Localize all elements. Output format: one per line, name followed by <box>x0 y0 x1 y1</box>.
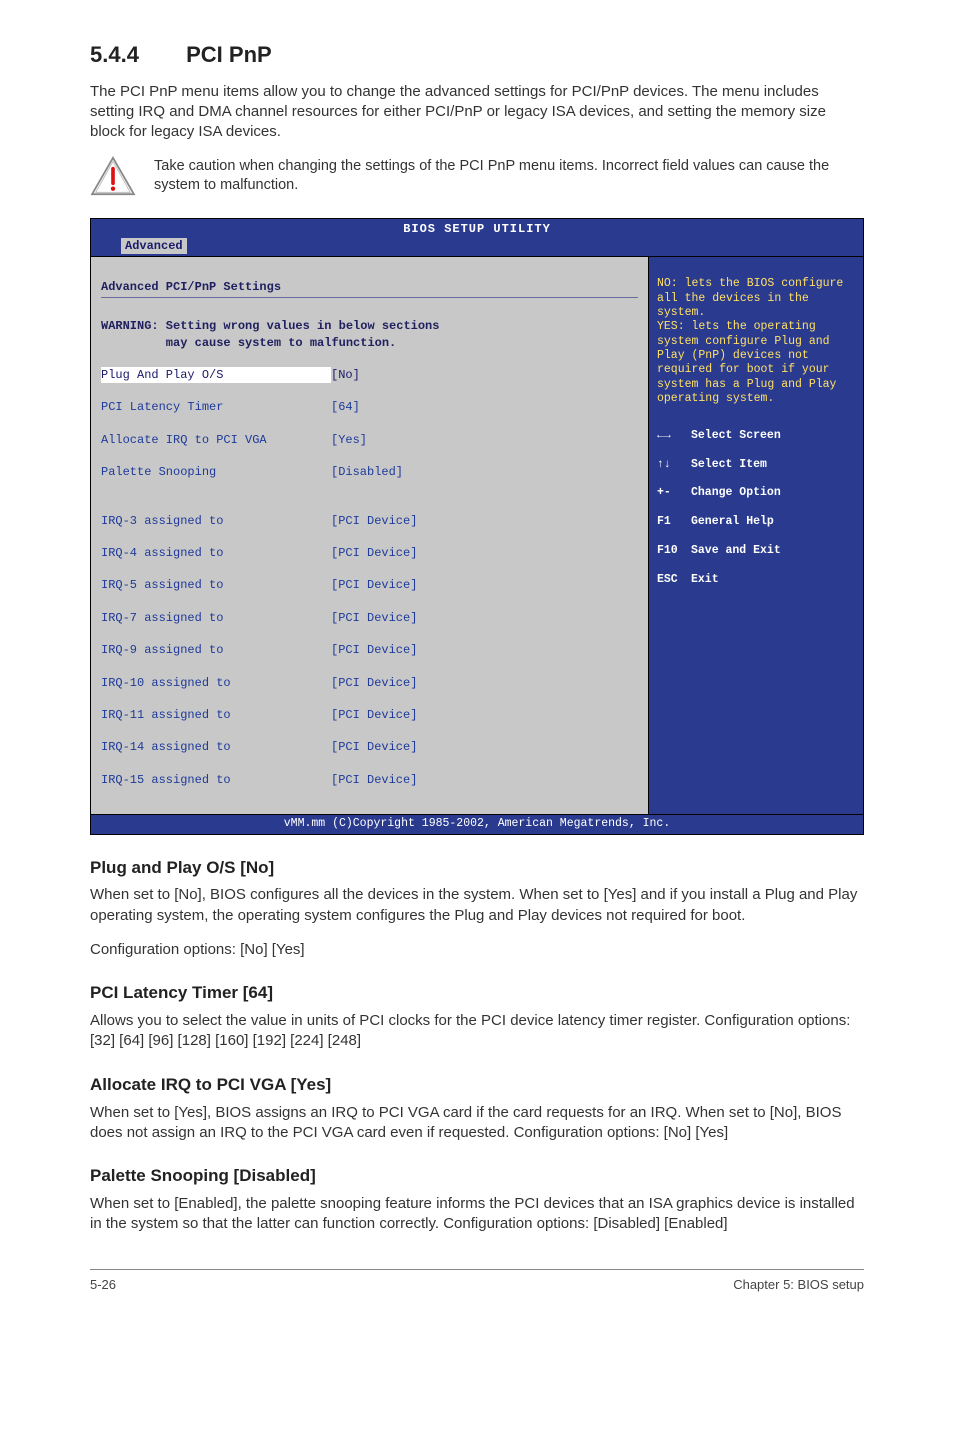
bios-row-value: [PCI Device] <box>331 772 417 788</box>
bios-panel-title: Advanced PCI/PnP Settings <box>101 280 281 294</box>
section-intro: The PCI PnP menu items allow you to chan… <box>90 82 864 143</box>
bios-row-value: [PCI Device] <box>331 610 417 626</box>
footer-right: Chapter 5: BIOS setup <box>733 1276 864 1294</box>
legend-key: ↑↓ <box>657 458 691 472</box>
bios-footer: vMM.mm (C)Copyright 1985-2002, American … <box>91 814 863 834</box>
legend-label: Exit <box>691 573 719 586</box>
legend-key: ESC <box>657 573 691 587</box>
section-number: 5.4.4 <box>90 40 180 70</box>
bios-row-value: [Disabled] <box>331 464 403 480</box>
section-heading: 5.4.4 PCI PnP <box>90 40 864 70</box>
bios-row-value: [PCI Device] <box>331 577 417 593</box>
footer-left: 5-26 <box>90 1276 116 1294</box>
bios-row-label: IRQ-10 assigned to <box>101 675 331 691</box>
caution-icon <box>90 156 136 196</box>
bios-row[interactable]: IRQ-3 assigned to[PCI Device] <box>101 513 638 529</box>
bios-left-pane: Advanced PCI/PnP Settings WARNING: Setti… <box>91 257 648 814</box>
sub-irqvga-title: Allocate IRQ to PCI VGA [Yes] <box>90 1074 864 1097</box>
bios-row[interactable]: IRQ-7 assigned to[PCI Device] <box>101 610 638 626</box>
bios-right-pane: NO: lets the BIOS configure all the devi… <box>648 257 863 814</box>
sub-latency-title: PCI Latency Timer [64] <box>90 982 864 1005</box>
bios-row-value: [PCI Device] <box>331 545 417 561</box>
bios-row-value: [PCI Device] <box>331 513 417 529</box>
legend-label: Change Option <box>691 486 781 499</box>
sub-plug-opts: Configuration options: [No] [Yes] <box>90 940 864 960</box>
bios-legend: ←→Select Screen ↑↓Select Item +-Change O… <box>657 415 855 602</box>
bios-row-label: PCI Latency Timer <box>101 399 331 415</box>
legend-label: Save and Exit <box>691 544 781 557</box>
bios-row[interactable]: Palette Snooping[Disabled] <box>101 464 638 480</box>
bios-row-label: IRQ-3 assigned to <box>101 513 331 529</box>
caution-callout: Take caution when changing the settings … <box>90 156 864 196</box>
legend-label: General Help <box>691 515 774 528</box>
bios-row[interactable]: IRQ-10 assigned to[PCI Device] <box>101 675 638 691</box>
caution-text: Take caution when changing the settings … <box>154 157 864 196</box>
legend-label: Select Item <box>691 458 767 471</box>
bios-row-label: IRQ-5 assigned to <box>101 577 331 593</box>
bios-row-value: [64] <box>331 399 360 415</box>
section-title: PCI PnP <box>186 42 272 67</box>
sub-palette-body: When set to [Enabled], the palette snoop… <box>90 1194 864 1235</box>
legend-key: ←→ <box>657 429 691 443</box>
bios-tab-row: Advanced <box>91 238 863 256</box>
bios-row[interactable]: IRQ-9 assigned to[PCI Device] <box>101 642 638 658</box>
bios-help-text: NO: lets the BIOS configure all the devi… <box>657 277 850 405</box>
bios-row-value: [PCI Device] <box>331 707 417 723</box>
bios-title: BIOS SETUP UTILITY <box>91 219 863 237</box>
sub-plug-body: When set to [No], BIOS configures all th… <box>90 885 864 926</box>
bios-row-value: [PCI Device] <box>331 739 417 755</box>
bios-row[interactable]: Allocate IRQ to PCI VGA[Yes] <box>101 432 638 448</box>
bios-row[interactable]: PCI Latency Timer[64] <box>101 399 638 415</box>
bios-row-value: [PCI Device] <box>331 642 417 658</box>
bios-row-label: IRQ-4 assigned to <box>101 545 331 561</box>
bios-row-label: IRQ-7 assigned to <box>101 610 331 626</box>
bios-warning-l1: WARNING: Setting wrong values in below s… <box>101 319 439 333</box>
bios-row-label: IRQ-11 assigned to <box>101 707 331 723</box>
sub-irqvga-body: When set to [Yes], BIOS assigns an IRQ t… <box>90 1103 864 1144</box>
bios-row[interactable]: IRQ-5 assigned to[PCI Device] <box>101 577 638 593</box>
bios-row-label: IRQ-9 assigned to <box>101 642 331 658</box>
bios-row-label: IRQ-14 assigned to <box>101 739 331 755</box>
sub-latency-body: Allows you to select the value in units … <box>90 1011 864 1052</box>
legend-key: F1 <box>657 515 691 529</box>
bios-row-label: IRQ-15 assigned to <box>101 772 331 788</box>
bios-row-label: Palette Snooping <box>101 464 331 480</box>
legend-label: Select Screen <box>691 429 781 442</box>
page-footer: 5-26 Chapter 5: BIOS setup <box>90 1269 864 1294</box>
sub-palette-title: Palette Snooping [Disabled] <box>90 1165 864 1188</box>
bios-tab-advanced[interactable]: Advanced <box>121 238 187 254</box>
bios-panel: BIOS SETUP UTILITY Advanced Advanced PCI… <box>90 218 864 834</box>
bios-row[interactable]: IRQ-15 assigned to[PCI Device] <box>101 772 638 788</box>
bios-row-value: [No] <box>331 367 360 383</box>
bios-row-label: Allocate IRQ to PCI VGA <box>101 432 331 448</box>
bios-warning-l2: may cause system to malfunction. <box>101 336 396 350</box>
bios-row-value: [PCI Device] <box>331 675 417 691</box>
bios-row[interactable]: IRQ-11 assigned to[PCI Device] <box>101 707 638 723</box>
legend-key: +- <box>657 486 691 500</box>
sub-plug-title: Plug and Play O/S [No] <box>90 857 864 880</box>
bios-row-label: Plug And Play O/S <box>101 367 331 383</box>
bios-row[interactable]: IRQ-14 assigned to[PCI Device] <box>101 739 638 755</box>
bios-row-value: [Yes] <box>331 432 367 448</box>
bios-row[interactable]: Plug And Play O/S[No] <box>101 367 638 383</box>
legend-key: F10 <box>657 544 691 558</box>
bios-row[interactable]: IRQ-4 assigned to[PCI Device] <box>101 545 638 561</box>
